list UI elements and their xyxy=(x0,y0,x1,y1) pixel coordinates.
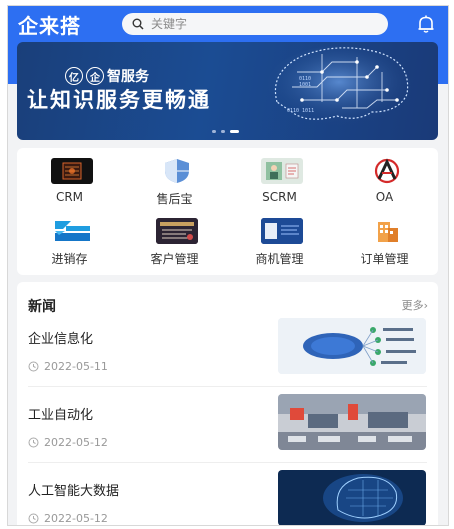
news-title: 人工智能大数据 xyxy=(28,484,120,499)
divider xyxy=(28,462,427,463)
top-bar: 企来搭 xyxy=(8,6,448,42)
app-label: SCRM xyxy=(262,190,297,204)
clock-icon xyxy=(28,437,39,448)
chevron-right-icon: › xyxy=(423,299,428,312)
inventory-icon xyxy=(51,218,93,244)
banner-headline: 让知识服务更畅通 xyxy=(27,88,211,112)
oa-icon xyxy=(366,158,408,184)
clock-icon xyxy=(28,513,39,524)
banner-brand: 亿 企 智服务 xyxy=(65,66,149,86)
order-icon xyxy=(366,218,408,244)
news-thumbnail xyxy=(278,318,426,374)
news-thumbnail xyxy=(278,470,426,525)
app-label: 售后宝 xyxy=(156,192,193,206)
news-section: 新闻 更多› 企业信息化 2022-05-11 工业自动化 2022-05-12… xyxy=(17,282,438,525)
svg-text:0110 1011: 0110 1011 xyxy=(287,108,314,114)
more-link[interactable]: 更多› xyxy=(402,297,428,313)
opportunity-icon xyxy=(261,218,303,244)
brand-mark-2: 企 xyxy=(86,67,104,85)
shield-icon xyxy=(156,158,198,184)
date-text: 2022-05-12 xyxy=(44,512,108,525)
app-grid: CRM 售后宝 SCRM OA 进销存 客户管理 商机管理 订单管理 xyxy=(17,148,438,275)
scrm-icon xyxy=(261,158,303,184)
app-label: 进销存 xyxy=(51,252,88,266)
app-scrm[interactable]: SCRM xyxy=(227,152,332,210)
news-date: 2022-05-12 xyxy=(28,512,108,525)
app-opportunity-management[interactable]: 商机管理 xyxy=(227,212,332,270)
svg-text:1001: 1001 xyxy=(299,82,311,88)
app-oa[interactable]: OA xyxy=(332,152,437,210)
app-label: 订单管理 xyxy=(360,252,409,266)
carousel-dot[interactable] xyxy=(221,130,225,133)
app-label: 商机管理 xyxy=(255,252,304,266)
news-date: 2022-05-11 xyxy=(28,360,108,373)
app-screen: 企来搭 关键字 0110 1001 0110 1011 亿 企 智服务 让知识服… xyxy=(7,5,449,526)
app-label: OA xyxy=(375,190,394,204)
app-after-sales[interactable]: 售后宝 xyxy=(122,152,227,210)
crm-icon xyxy=(51,158,93,184)
customer-icon xyxy=(156,218,198,244)
app-logo: 企来搭 xyxy=(18,13,81,38)
promo-banner[interactable]: 0110 1001 0110 1011 亿 企 智服务 让知识服务更畅通 xyxy=(17,42,438,140)
carousel-indicator xyxy=(212,130,239,133)
app-order-management[interactable]: 订单管理 xyxy=(332,212,437,270)
news-title: 工业自动化 xyxy=(28,408,94,423)
app-customer-management[interactable]: 客户管理 xyxy=(122,212,227,270)
news-title: 企业信息化 xyxy=(28,332,94,347)
brand-mark-1: 亿 xyxy=(65,67,83,85)
section-title: 新闻 xyxy=(28,299,56,315)
news-item[interactable]: 工业自动化 2022-05-12 xyxy=(17,392,438,468)
search-input[interactable] xyxy=(149,16,373,32)
divider xyxy=(28,386,427,387)
date-text: 2022-05-12 xyxy=(44,436,108,449)
more-label: 更多 xyxy=(401,299,424,312)
brain-circuit-icon: 0110 1001 0110 1011 xyxy=(267,46,411,126)
app-label: 客户管理 xyxy=(150,252,199,266)
carousel-dot-active[interactable] xyxy=(230,130,239,133)
news-date: 2022-05-12 xyxy=(28,436,108,449)
news-item[interactable]: 人工智能大数据 2022-05-12 xyxy=(17,468,438,525)
bell-icon[interactable] xyxy=(416,14,436,34)
app-label: CRM xyxy=(55,190,84,204)
search-bar[interactable] xyxy=(122,13,388,35)
news-thumbnail xyxy=(278,394,426,450)
news-item[interactable]: 企业信息化 2022-05-11 xyxy=(17,316,438,392)
app-crm[interactable]: CRM xyxy=(17,152,122,210)
date-text: 2022-05-11 xyxy=(44,360,108,373)
app-inventory[interactable]: 进销存 xyxy=(17,212,122,270)
brand-text: 智服务 xyxy=(107,69,149,85)
carousel-dot[interactable] xyxy=(212,130,216,133)
search-icon xyxy=(132,18,144,30)
clock-icon xyxy=(28,361,39,372)
